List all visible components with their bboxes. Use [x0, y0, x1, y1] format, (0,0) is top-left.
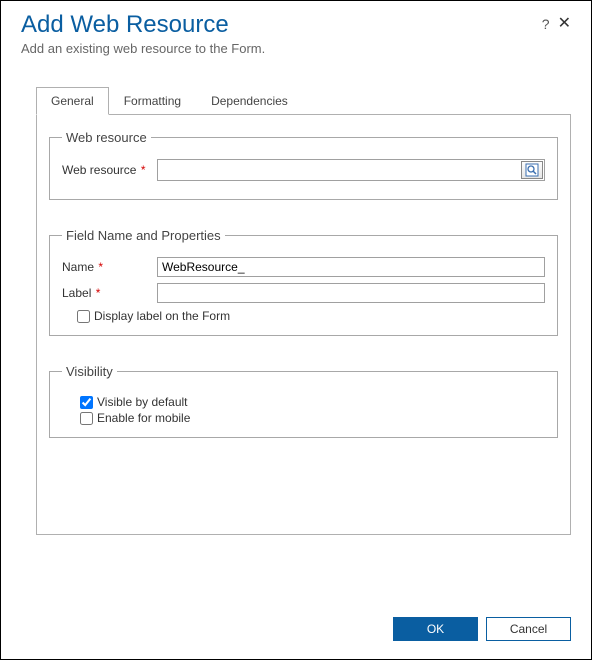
cancel-button[interactable]: Cancel [486, 617, 571, 641]
web-resource-input[interactable] [158, 160, 520, 180]
fieldset-web-resource: Web resource Web resource * [49, 130, 558, 200]
display-label-text: Display label on the Form [94, 309, 230, 323]
enable-mobile-text: Enable for mobile [97, 411, 190, 425]
tab-dependencies[interactable]: Dependencies [196, 87, 303, 115]
web-resource-lookup[interactable] [157, 159, 545, 181]
dialog-title: Add Web Resource [21, 11, 571, 39]
lookup-icon[interactable] [521, 161, 543, 179]
tab-general[interactable]: General [36, 87, 109, 115]
required-asterisk: * [95, 260, 103, 274]
close-icon[interactable]: ✕ [558, 16, 571, 32]
label-web-resource: Web resource * [62, 163, 157, 177]
name-input[interactable] [157, 257, 545, 277]
legend-web-resource: Web resource [62, 130, 151, 145]
tab-content-general: Web resource Web resource * [36, 115, 571, 535]
fieldset-visibility: Visibility Visible by default Enable for… [49, 364, 558, 438]
visible-default-checkbox[interactable] [80, 396, 93, 409]
label-label: Label * [62, 286, 157, 300]
dialog-subtitle: Add an existing web resource to the Form… [21, 41, 571, 56]
help-icon[interactable]: ? [542, 16, 550, 32]
legend-visibility: Visibility [62, 364, 117, 379]
visible-default-text: Visible by default [97, 395, 188, 409]
legend-field-name: Field Name and Properties [62, 228, 225, 243]
required-asterisk: * [92, 286, 100, 300]
required-asterisk: * [137, 163, 145, 177]
tab-strip: General Formatting Dependencies [36, 86, 571, 115]
fieldset-field-name: Field Name and Properties Name * Label *… [49, 228, 558, 336]
ok-button[interactable]: OK [393, 617, 478, 641]
label-input[interactable] [157, 283, 545, 303]
label-name: Name * [62, 260, 157, 274]
display-label-checkbox[interactable] [77, 310, 90, 323]
enable-mobile-checkbox[interactable] [80, 412, 93, 425]
tab-formatting[interactable]: Formatting [109, 87, 196, 115]
